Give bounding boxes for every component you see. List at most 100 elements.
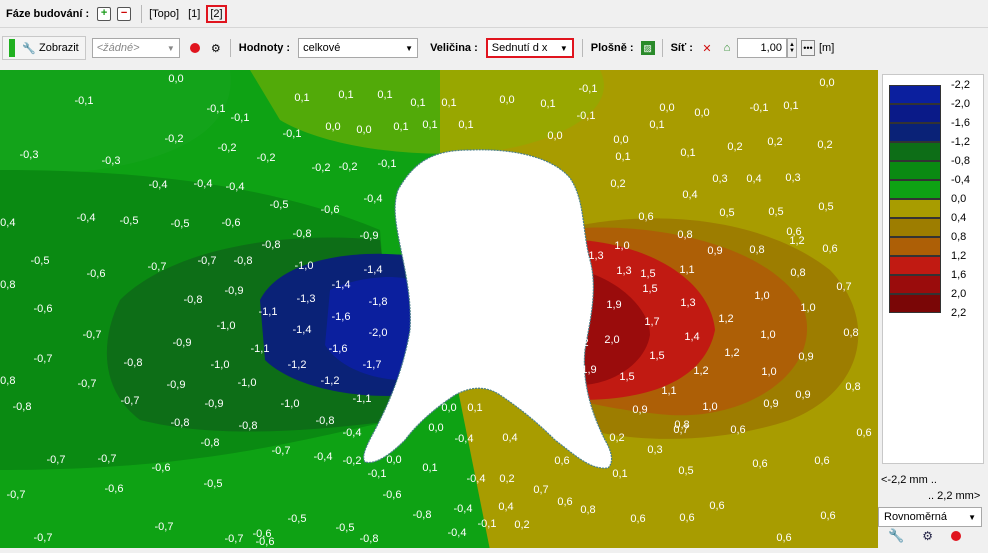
scale-mode-combo[interactable]: Rovnoměrná ▼ bbox=[878, 507, 982, 527]
contour-value-label: -0,1 bbox=[231, 112, 250, 124]
green-indicator bbox=[9, 39, 15, 57]
show-button[interactable]: 🔧 Zobrazit bbox=[2, 36, 86, 60]
contour-value-label: 0,6 bbox=[822, 243, 837, 255]
contour-value-label: -0,4 bbox=[467, 473, 486, 485]
contour-value-label: -0,1 bbox=[207, 103, 226, 115]
legend-value-label: 2,2 bbox=[951, 307, 967, 319]
contour-value-label: -0,4 bbox=[226, 181, 245, 193]
contour-value-label: 2,2 bbox=[573, 337, 588, 349]
contour-value-label: 0,6 bbox=[557, 496, 572, 508]
legend-value-label: -0,4 bbox=[951, 174, 970, 186]
none-combo[interactable]: <žádné> ▼ bbox=[91, 38, 180, 58]
contour-value-label: -0,6 bbox=[105, 483, 124, 495]
contour-value-label: 0,6 bbox=[856, 427, 871, 439]
range-max-label: .. 2,2 mm> bbox=[928, 490, 981, 502]
contour-value-label: 1,7 bbox=[644, 316, 659, 328]
contour-value-label: 0,9 bbox=[763, 398, 778, 410]
contour-value-label: -1,1 bbox=[251, 343, 270, 355]
record-icon[interactable] bbox=[189, 43, 200, 53]
contour-value-label: 0,5 bbox=[719, 207, 734, 219]
contour-value-label: 0,8 bbox=[580, 504, 595, 516]
contour-value-label: 0,9 bbox=[707, 245, 722, 257]
contour-value-label: 0,7 bbox=[533, 484, 548, 496]
contour-value-label: -0,8 bbox=[184, 294, 203, 306]
contour-value-label: -0,8 bbox=[413, 509, 432, 521]
contour-value-label: -0,8 bbox=[316, 415, 335, 427]
settings-icon[interactable]: ⚙ bbox=[922, 529, 933, 543]
wrench-icon[interactable]: 🔧 bbox=[888, 528, 904, 544]
contour-value-label: 1,5 bbox=[619, 371, 634, 383]
contour-value-label: 0,3 bbox=[647, 444, 662, 456]
contour-value-label: -0,9 bbox=[360, 230, 379, 242]
show-button-label: Zobrazit bbox=[39, 42, 79, 54]
contour-value-label: -0,5 bbox=[204, 478, 223, 490]
contour-value-label: -1,0 bbox=[217, 320, 236, 332]
values-combo-value: celkové bbox=[303, 42, 341, 54]
contour-value-label: -0,8 bbox=[171, 417, 190, 429]
contour-value-label: -1,6 bbox=[329, 343, 348, 355]
phase-bar-label: Fáze budování : bbox=[6, 7, 90, 20]
contour-value-label: 1,5 bbox=[640, 268, 655, 280]
contour-value-label: -0,7 bbox=[155, 521, 174, 533]
contour-value-label: -0,6 bbox=[222, 217, 241, 229]
contour-value-label: -0,9 bbox=[225, 285, 244, 297]
contour-value-label: -0,4 bbox=[314, 451, 333, 463]
grid-size-spinner[interactable]: ▲ ▼ bbox=[786, 38, 797, 58]
phase-tab-2[interactable]: [2] bbox=[206, 4, 227, 23]
grid-off-icon[interactable]: ✕ bbox=[700, 41, 714, 55]
legend-value-label: -2,0 bbox=[951, 98, 970, 110]
settings-icon[interactable]: ⚙ bbox=[209, 41, 223, 55]
contour-value-label: -0,4 bbox=[455, 433, 474, 445]
contour-value-label: -2,0 bbox=[369, 327, 388, 339]
contour-value-label: 0,1 bbox=[441, 97, 456, 109]
contour-value-label: 0,1 bbox=[422, 462, 437, 474]
contour-value-label: 0,6 bbox=[814, 455, 829, 467]
grid-unit-label: [m] bbox=[818, 42, 835, 54]
contour-value-label: 0,6 bbox=[752, 458, 767, 470]
contour-value-label: 1,2 bbox=[789, 235, 804, 247]
contour-value-label: 0,0 bbox=[168, 73, 183, 85]
contour-value-label: -0,1 bbox=[750, 102, 769, 114]
contour-value-label: -0,9 bbox=[167, 379, 186, 391]
remove-phase-icon[interactable]: − bbox=[117, 6, 132, 21]
contour-value-label: 0,8 bbox=[749, 244, 764, 256]
quantity-combo[interactable]: Sednutí d x ▼ bbox=[485, 38, 574, 58]
legend-value-label: -1,2 bbox=[951, 136, 970, 148]
contour-value-label: -0,7 bbox=[7, 489, 26, 501]
contour-value-label: -0,8 bbox=[234, 255, 253, 267]
contour-value-label: 0,1 bbox=[422, 119, 437, 131]
contour-value-label: -0,8 bbox=[0, 279, 15, 291]
contour-value-label: 0,1 bbox=[649, 119, 664, 131]
contour-value-label: -0,5 bbox=[171, 218, 190, 230]
contour-value-label: -0,4 bbox=[364, 193, 383, 205]
contour-value-label: 1,1 bbox=[679, 264, 694, 276]
contour-value-label: 1,0 bbox=[760, 329, 775, 341]
grid-mesh-icon[interactable]: ⌂ bbox=[720, 41, 734, 55]
area-fill-icon[interactable]: ▨ bbox=[640, 41, 655, 55]
range-min-label: <-2,2 mm .. bbox=[881, 474, 937, 486]
phase-tab-1[interactable]: [1] bbox=[185, 8, 203, 20]
record-icon[interactable] bbox=[950, 531, 961, 541]
contour-value-label: 0,0 bbox=[499, 94, 514, 106]
contour-value-label: 0,8 bbox=[843, 327, 858, 339]
add-phase-icon[interactable]: + bbox=[97, 6, 112, 21]
grid-size-input[interactable]: 1,00 bbox=[736, 38, 787, 58]
legend-color-swatch bbox=[889, 237, 941, 256]
contour-value-label: 0,5 bbox=[678, 465, 693, 477]
legend-color-swatch bbox=[889, 294, 941, 313]
more-options-button[interactable]: ••• bbox=[800, 40, 815, 56]
contour-value-label: -0,5 bbox=[120, 215, 139, 227]
values-combo[interactable]: celkové ▼ bbox=[298, 38, 419, 58]
contour-value-label: 0,6 bbox=[638, 211, 653, 223]
contour-value-label: 0,6 bbox=[630, 513, 645, 525]
contour-value-label: 0,6 bbox=[730, 424, 745, 436]
contour-value-label: 0,6 bbox=[776, 532, 791, 544]
phase-tab-topo[interactable]: [Topo] bbox=[146, 8, 182, 20]
contour-value-label: -0,8 bbox=[293, 228, 312, 240]
legend-color-swatch bbox=[889, 275, 941, 294]
contour-value-label: 0,1 bbox=[540, 98, 555, 110]
contour-value-label: 0,2 bbox=[767, 136, 782, 148]
contour-value-label: 0,9 bbox=[798, 351, 813, 363]
contour-value-label: 0,9 bbox=[632, 404, 647, 416]
contour-value-label: -0,6 bbox=[34, 303, 53, 315]
